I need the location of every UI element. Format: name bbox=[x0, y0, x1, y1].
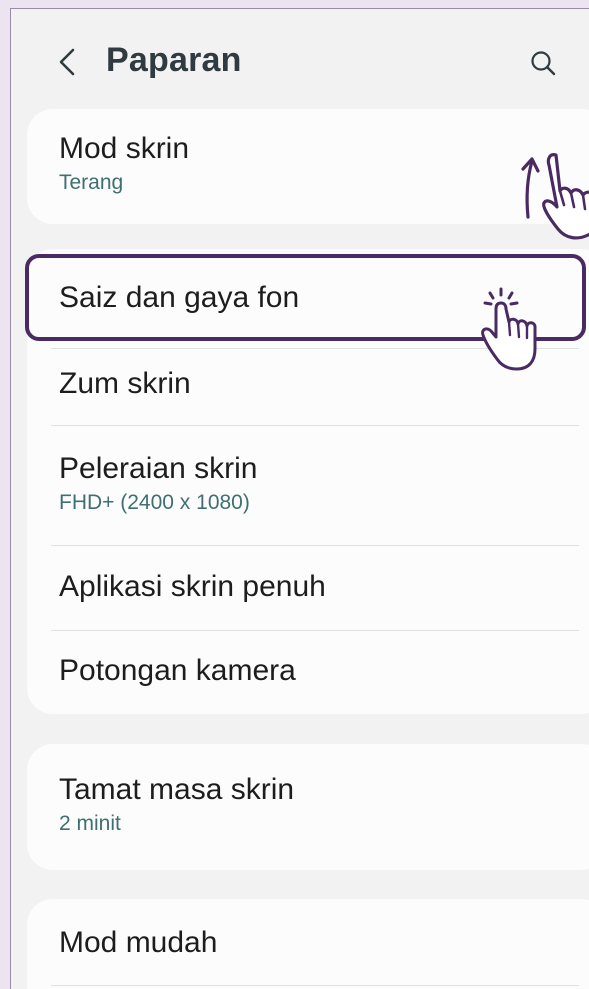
item-title: Mod skrin bbox=[59, 132, 190, 165]
divider bbox=[51, 630, 579, 631]
divider bbox=[51, 545, 579, 546]
item-title: Potongan kamera bbox=[59, 654, 296, 687]
settings-card-screen-mode: Mod skrin Terang bbox=[27, 109, 589, 224]
page-title: Paparan bbox=[106, 41, 242, 79]
item-title: Mod mudah bbox=[59, 926, 218, 959]
item-subtitle: 2 minit bbox=[59, 812, 121, 835]
item-subtitle: Terang bbox=[59, 171, 124, 194]
divider bbox=[51, 985, 579, 986]
chevron-left-icon[interactable] bbox=[55, 47, 79, 77]
list-item-screen-resolution[interactable]: Peleraian skrin FHD+ (2400 x 1080) bbox=[59, 451, 562, 517]
settings-screen: Paparan Mod skrin Terang Saiz dan gaya f… bbox=[10, 8, 589, 989]
item-title: Aplikasi skrin penuh bbox=[59, 570, 326, 603]
tap-hand-icon bbox=[481, 287, 537, 371]
scroll-up-hand-icon bbox=[521, 153, 589, 240]
list-item-screen-timeout[interactable]: Tamat masa skrin 2 minit bbox=[59, 772, 562, 838]
item-title: Peleraian skrin bbox=[59, 452, 258, 485]
item-title: Tamat masa skrin bbox=[59, 773, 295, 806]
list-item-screen-mode[interactable]: Mod skrin Terang bbox=[59, 131, 562, 197]
list-item-full-screen-apps[interactable]: Aplikasi skrin penuh bbox=[59, 569, 562, 605]
divider bbox=[51, 425, 579, 426]
settings-card-screen-timeout: Tamat masa skrin 2 minit bbox=[27, 744, 589, 870]
item-subtitle: FHD+ (2400 x 1080) bbox=[59, 491, 250, 514]
list-item-easy-mode[interactable]: Mod mudah bbox=[59, 925, 562, 961]
app-header: Paparan bbox=[11, 9, 589, 109]
settings-card-easy-mode: Mod mudah bbox=[27, 899, 589, 989]
list-item-camera-cutout[interactable]: Potongan kamera bbox=[59, 653, 562, 689]
search-icon[interactable] bbox=[529, 49, 557, 77]
